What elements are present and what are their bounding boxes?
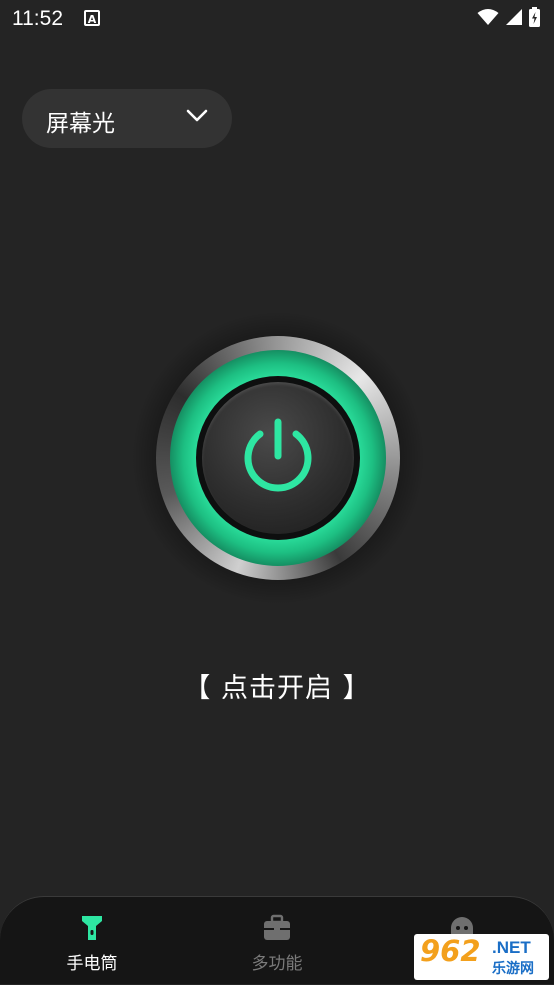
power-button-assembly [130,310,426,606]
watermark-logo: 962 .NET 乐游网 [414,934,549,980]
status-time: 11:52 [12,7,63,30]
status-bar: 11:52 A [0,0,554,40]
watermark-site-name: 乐游网 [492,961,534,977]
notification-icon: A [84,10,100,26]
power-icon [244,418,312,492]
signal-icon [506,9,522,25]
status-icons [477,7,540,27]
tap-to-turn-on-text: 【 点击开启 】 [183,673,371,704]
mode-dropdown[interactable]: 屏幕光 [22,89,232,148]
nav-label-multi-function: 多功能 [251,954,303,974]
power-button[interactable] [202,382,354,534]
nav-item-multi-function[interactable]: 多功能 [185,897,369,985]
watermark-net: .NET [492,938,531,957]
watermark-number: 962 [420,934,481,968]
chevron-down-icon [186,109,208,122]
mode-dropdown-value: 屏幕光 [46,111,115,137]
toolbox-icon [264,914,290,940]
nav-label-flashlight: 手电筒 [66,954,118,974]
flashlight-icon [82,916,102,940]
wifi-icon [477,9,499,25]
battery-icon [529,7,540,27]
nav-item-flashlight[interactable]: 手电筒 [0,897,184,985]
